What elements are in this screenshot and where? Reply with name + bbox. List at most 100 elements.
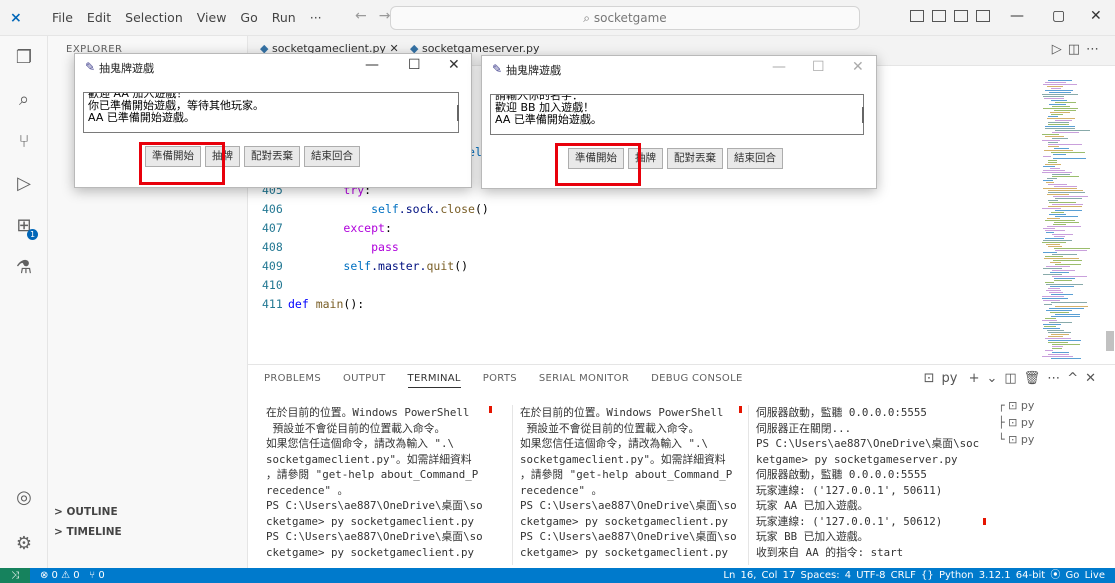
minimap-scrollbar[interactable] [1106, 331, 1114, 351]
message-textbox[interactable]: 請輸入你的名字： 歡迎 BB 加入遊戲！ AA 已準備開始遊戲。 [490, 94, 864, 135]
more-actions-icon[interactable]: ⋯ [1086, 42, 1105, 57]
problems-count[interactable]: ⊗ 0 ⚠ 0 [40, 570, 80, 581]
tab-terminal[interactable]: TERMINAL [407, 373, 461, 388]
terminal-divider[interactable] [512, 405, 513, 565]
restore-window-icon[interactable]: ▢ [1052, 8, 1065, 24]
terminal-list-item[interactable]: ├ ⊡ py [998, 414, 1034, 431]
account-icon[interactable]: ◎ [12, 486, 36, 510]
minimap-line [1042, 208, 1061, 209]
trash-icon[interactable]: 🗑 [1024, 371, 1048, 386]
maximize-dialog-icon[interactable]: ☐ [408, 57, 421, 73]
dialog-title: 抽鬼牌遊戲 [506, 64, 561, 77]
toggle-sidebar-icon[interactable] [910, 10, 924, 22]
run-debug-icon[interactable]: ▷ [12, 172, 36, 196]
menu-run[interactable]: Run [265, 10, 303, 25]
remote-indicator-icon[interactable]: ⤨ [0, 568, 30, 583]
customize-layout-icon[interactable] [976, 10, 990, 22]
split-terminal-icon[interactable]: ◫ [1004, 371, 1023, 386]
terminal-pane-2[interactable]: 在於目前的位置。Windows PowerShell 預設並不會從目前的位置載入… [520, 405, 760, 565]
minimap-line [1042, 320, 1057, 321]
code-line[interactable]: 408 pass [248, 238, 399, 257]
menu-more[interactable]: ··· [303, 10, 329, 25]
back-arrow-icon[interactable]: ← [355, 8, 379, 24]
terminal-pane-1[interactable]: 在於目前的位置。Windows PowerShell 預設並不會從目前的位置載入… [266, 405, 506, 565]
dialog-titlebar[interactable]: ✎ 抽鬼牌遊戲 — ☐ ✕ [75, 54, 471, 80]
terminal-divider[interactable] [748, 405, 749, 565]
minimap-line [1053, 224, 1066, 225]
split-editor-icon[interactable]: ◫ [1068, 42, 1086, 57]
textbox-scrollbar[interactable] [457, 105, 459, 121]
chevron-down-icon[interactable]: ⌄ [986, 371, 1004, 386]
terminal-pane-3[interactable]: 伺服器啟動，監聽 0.0.0.0:5555 伺服器正在關閉... PS C:\Use… [756, 405, 986, 565]
end-turn-button[interactable]: 結束回合 [727, 148, 783, 169]
code-line[interactable]: 406 self.sock.close() [248, 200, 489, 219]
code-line[interactable]: 411 def main(): [248, 295, 364, 314]
minimap-line [1055, 250, 1087, 251]
new-terminal-icon[interactable]: + [969, 371, 987, 386]
explorer-icon[interactable]: ❐ [12, 46, 36, 70]
terminal-line: 玩家連線: ('127.0.0.1', 50612) [756, 514, 943, 528]
minimize-dialog-icon[interactable]: — [365, 57, 379, 73]
close-dialog-icon[interactable]: ✕ [448, 57, 460, 73]
testing-icon[interactable]: ⚗ [12, 256, 36, 280]
search-icon[interactable]: ⌕ [12, 88, 36, 112]
more-icon[interactable]: ⋯ [1047, 371, 1067, 386]
tab-debug-console[interactable]: DEBUG CONSOLE [651, 373, 742, 388]
minimap[interactable] [1038, 66, 1115, 364]
menu-selection[interactable]: Selection [118, 10, 190, 25]
close-window-icon[interactable]: ✕ [1090, 8, 1102, 24]
minimize-dialog-icon[interactable]: — [772, 59, 786, 75]
terminal-icon: ⊡ [923, 371, 942, 386]
status-right[interactable]: Ln 16, Col 17 Spaces: 4 UTF-8 CRLF {} Py… [723, 568, 1105, 583]
menu-go[interactable]: Go [233, 10, 264, 25]
minimap-line [1048, 124, 1069, 125]
toggle-secondary-sidebar-icon[interactable] [954, 10, 968, 22]
search-text: socketgame [593, 11, 667, 25]
tab-serial-monitor[interactable]: SERIAL MONITOR [539, 373, 629, 388]
chevron-right-icon: > [54, 506, 67, 518]
minimap-line [1045, 338, 1071, 339]
pair-discard-button[interactable]: 配對丟棄 [244, 146, 300, 167]
terminal-line: ▯ [520, 560, 760, 565]
ports-count[interactable]: ⑂ 0 [89, 570, 105, 581]
tab-problems[interactable]: PROBLEMS [264, 373, 321, 388]
minimap-line [1045, 126, 1075, 127]
timeline-section[interactable]: > TIMELINE [54, 526, 122, 538]
close-dialog-icon[interactable]: ✕ [852, 59, 864, 75]
close-panel-icon[interactable]: ✕ [1085, 371, 1103, 386]
tab-ports[interactable]: PORTS [483, 373, 517, 388]
extensions-icon[interactable]: ⊞ 1 [12, 214, 38, 240]
terminal-list-item[interactable]: └ ⊡ py [998, 431, 1034, 448]
minimap-line [1052, 234, 1073, 235]
code-line[interactable]: 409 self.master.quit() [248, 257, 468, 276]
terminal-list-item[interactable]: ┌ ⊡ py [998, 397, 1034, 414]
code-line[interactable]: 410 [248, 276, 288, 295]
maximize-panel-icon[interactable]: ^ [1067, 371, 1085, 386]
minimap-line [1043, 96, 1064, 97]
message-textbox[interactable]: 歡迎 AA 加入遊戲！ 你已準備開始遊戲，等待其他玩家。 AA 已準備開始遊戲。 [83, 92, 459, 133]
code-line[interactable]: 407 except: [248, 219, 392, 238]
source-control-icon[interactable]: ⑂ [12, 130, 36, 154]
dialog-titlebar[interactable]: ✎ 抽鬼牌遊戲 — ☐ ✕ [482, 56, 876, 82]
minimap-line [1043, 268, 1062, 269]
highlight-ready-button-1 [139, 142, 225, 185]
end-turn-button[interactable]: 結束回合 [304, 146, 360, 167]
run-file-icon[interactable]: ▷ [1052, 42, 1068, 57]
maximize-dialog-icon[interactable]: ☐ [812, 59, 825, 75]
settings-gear-icon[interactable]: ⚙ [12, 532, 36, 556]
minimize-window-icon[interactable]: — [1010, 8, 1024, 24]
outline-section[interactable]: > OUTLINE [54, 506, 118, 518]
command-center-search[interactable]: ⌕ socketgame [390, 6, 860, 30]
minimap-line [1055, 264, 1081, 265]
tab-output[interactable]: OUTPUT [343, 373, 386, 388]
terminal-line: socketgameclient.py"。如需詳細資料 [520, 452, 726, 466]
minimap-line [1046, 310, 1072, 311]
textbox-scrollbar[interactable] [862, 107, 864, 123]
terminal-line: 如果您信任這個命令，請改為輸入 ".\ [266, 437, 454, 450]
menu-file[interactable]: File [45, 10, 80, 25]
toggle-panel-icon[interactable] [932, 10, 946, 22]
menu-view[interactable]: View [190, 10, 234, 25]
menu-edit[interactable]: Edit [80, 10, 118, 25]
pair-discard-button[interactable]: 配對丟棄 [667, 148, 723, 169]
